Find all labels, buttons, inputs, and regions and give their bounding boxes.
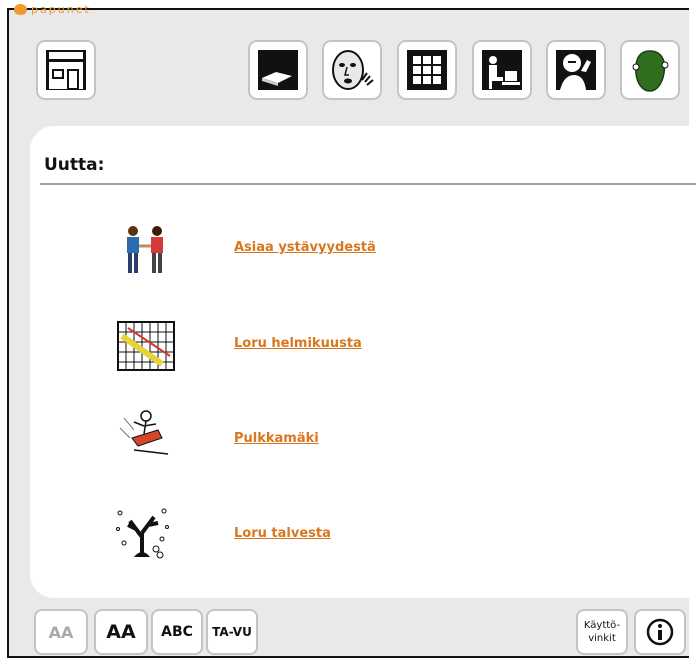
logo-mark-icon	[14, 4, 27, 15]
computer-button[interactable]	[472, 40, 532, 100]
speech-button[interactable]	[322, 40, 382, 100]
book-icon	[258, 50, 298, 90]
info-icon	[646, 618, 674, 646]
news-link-february-rhyme[interactable]: Loru helmikuusta	[234, 336, 362, 351]
font-smaller-button[interactable]: AA	[34, 609, 88, 655]
grid-button[interactable]	[397, 40, 457, 100]
house-icon	[46, 50, 86, 90]
abc-label: ABC	[161, 624, 193, 640]
usage-tips-button[interactable]: Käyttö- vinkit	[576, 609, 628, 655]
font-small-label: AA	[48, 622, 74, 642]
syllable-button[interactable]: TA-VU	[206, 609, 258, 655]
news-link-friendship[interactable]: Asiaa ystävyydestä	[234, 240, 376, 255]
speaking-face-icon	[332, 50, 374, 90]
syllable-label: TA-VU	[212, 625, 252, 639]
usage-tips-line2: vinkit	[588, 633, 616, 644]
winter-tree-icon	[116, 508, 169, 559]
green-face-icon	[632, 50, 669, 92]
abc-button[interactable]: ABC	[151, 609, 203, 655]
home-button[interactable]	[36, 40, 96, 100]
person-thinking-icon	[556, 50, 596, 90]
person-at-computer-icon	[482, 50, 522, 90]
green-face-button[interactable]	[620, 40, 680, 100]
info-button[interactable]	[634, 609, 686, 655]
two-friends-icon	[127, 226, 163, 273]
book-button[interactable]	[248, 40, 308, 100]
logo-text: papunet	[31, 3, 91, 16]
calendar-icon	[117, 321, 175, 371]
news-link-winter-rhyme[interactable]: Loru talvesta	[234, 526, 331, 541]
usage-tips-line1: Käyttö-	[583, 620, 621, 631]
papunet-logo[interactable]: papunet	[14, 3, 91, 16]
thinking-button[interactable]	[546, 40, 606, 100]
heading-divider	[40, 183, 696, 185]
section-heading: Uutta:	[44, 155, 105, 175]
news-link-sledding-hill[interactable]: Pulkkamäki	[234, 431, 319, 446]
sledding-icon	[119, 410, 169, 455]
font-larger-button[interactable]: AA	[94, 609, 148, 655]
grid-icon	[407, 50, 447, 90]
font-large-label: AA	[106, 621, 136, 643]
